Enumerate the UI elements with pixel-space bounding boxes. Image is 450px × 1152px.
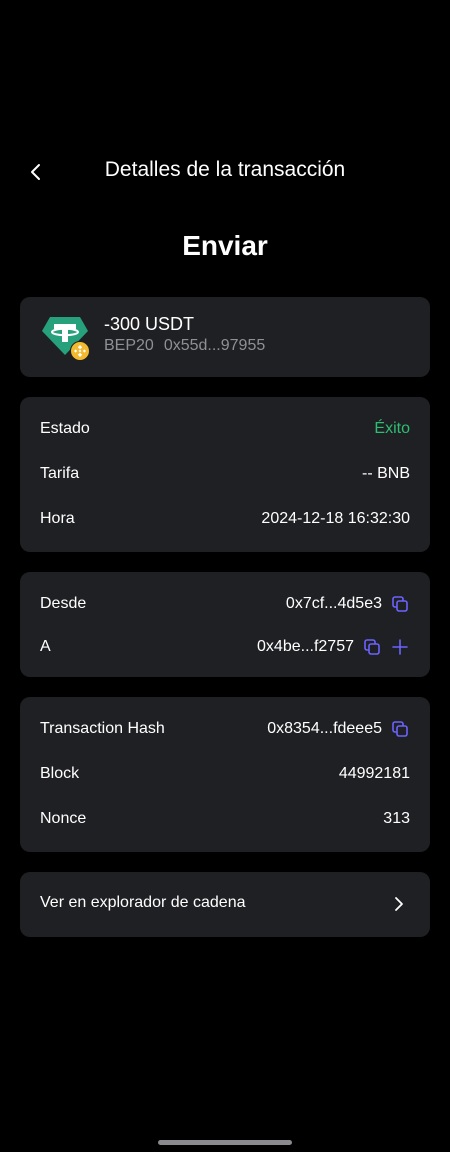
hash-label: Transaction Hash [40,720,165,737]
time-value: 2024-12-18 16:32:30 [261,510,410,527]
screen-title: Detalles de la transacción [104,158,346,181]
view-explorer-button[interactable]: Ver en explorador de cadena [20,872,430,937]
status-badge: Éxito [374,420,410,437]
explorer-label: Ver en explorador de cadena [40,894,246,911]
copy-from-button[interactable] [390,594,410,614]
status-card: Estado Éxito Tarifa -- BNB Hora 2024-12-… [20,397,430,552]
state-label: Estado [40,420,90,437]
from-address: 0x7cf...4d5e3 [285,595,382,612]
token-network: BEP20 [104,337,154,354]
add-contact-button[interactable] [390,637,410,657]
token-subtitle: BEP20 0x55d...97955 [104,337,265,355]
time-label: Hora [40,510,75,527]
chevron-right-icon [392,894,406,914]
home-indicator[interactable] [158,1140,292,1145]
fee-row: Tarifa -- BNB [40,462,410,486]
to-row: A 0x4be...f2757 [40,635,410,659]
to-value-group: 0x4be...f2757 [257,637,410,657]
hash-row: Transaction Hash 0x8354...fdeee5 [40,717,410,741]
fee-value: -- BNB [362,465,410,482]
copy-to-button[interactable] [362,637,382,657]
top-bar: Detalles de la transacción [0,148,450,194]
address-card: Desde 0x7cf...4d5e3 A 0x4be...f2757 [20,572,430,677]
copy-hash-button[interactable] [390,719,410,739]
fee-label: Tarifa [40,465,80,482]
to-address: 0x4be...f2757 [257,638,354,655]
token-contract: 0x55d...97955 [163,337,266,354]
bnb-chain-icon [70,341,90,361]
nonce-value: 313 [383,810,410,827]
from-label: Desde [40,595,87,612]
hash-value: 0x8354...fdeee5 [267,720,382,737]
block-row: Block 44992181 [40,762,410,786]
block-label: Block [40,765,80,782]
copy-icon [392,721,408,737]
time-row: Hora 2024-12-18 16:32:30 [40,507,410,531]
nonce-row: Nonce 313 [40,807,410,831]
plus-icon [392,639,408,655]
copy-icon [364,639,380,655]
copy-icon [392,596,408,612]
nonce-label: Nonce [40,810,87,827]
token-logo [40,315,90,361]
hash-value-group: 0x8354...fdeee5 [267,719,410,739]
token-card: -300 USDT BEP20 0x55d...97955 [20,297,430,377]
block-value: 44992181 [338,765,410,782]
to-label: A [40,638,51,655]
from-value-group: 0x7cf...4d5e3 [286,594,410,614]
details-card: Transaction Hash 0x8354...fdeee5 Block 4… [20,697,430,852]
page-title: Enviar [182,230,268,261]
token-amount: -300 USDT [104,314,195,334]
from-row: Desde 0x7cf...4d5e3 [40,592,410,616]
state-row: Estado Éxito [40,417,410,441]
